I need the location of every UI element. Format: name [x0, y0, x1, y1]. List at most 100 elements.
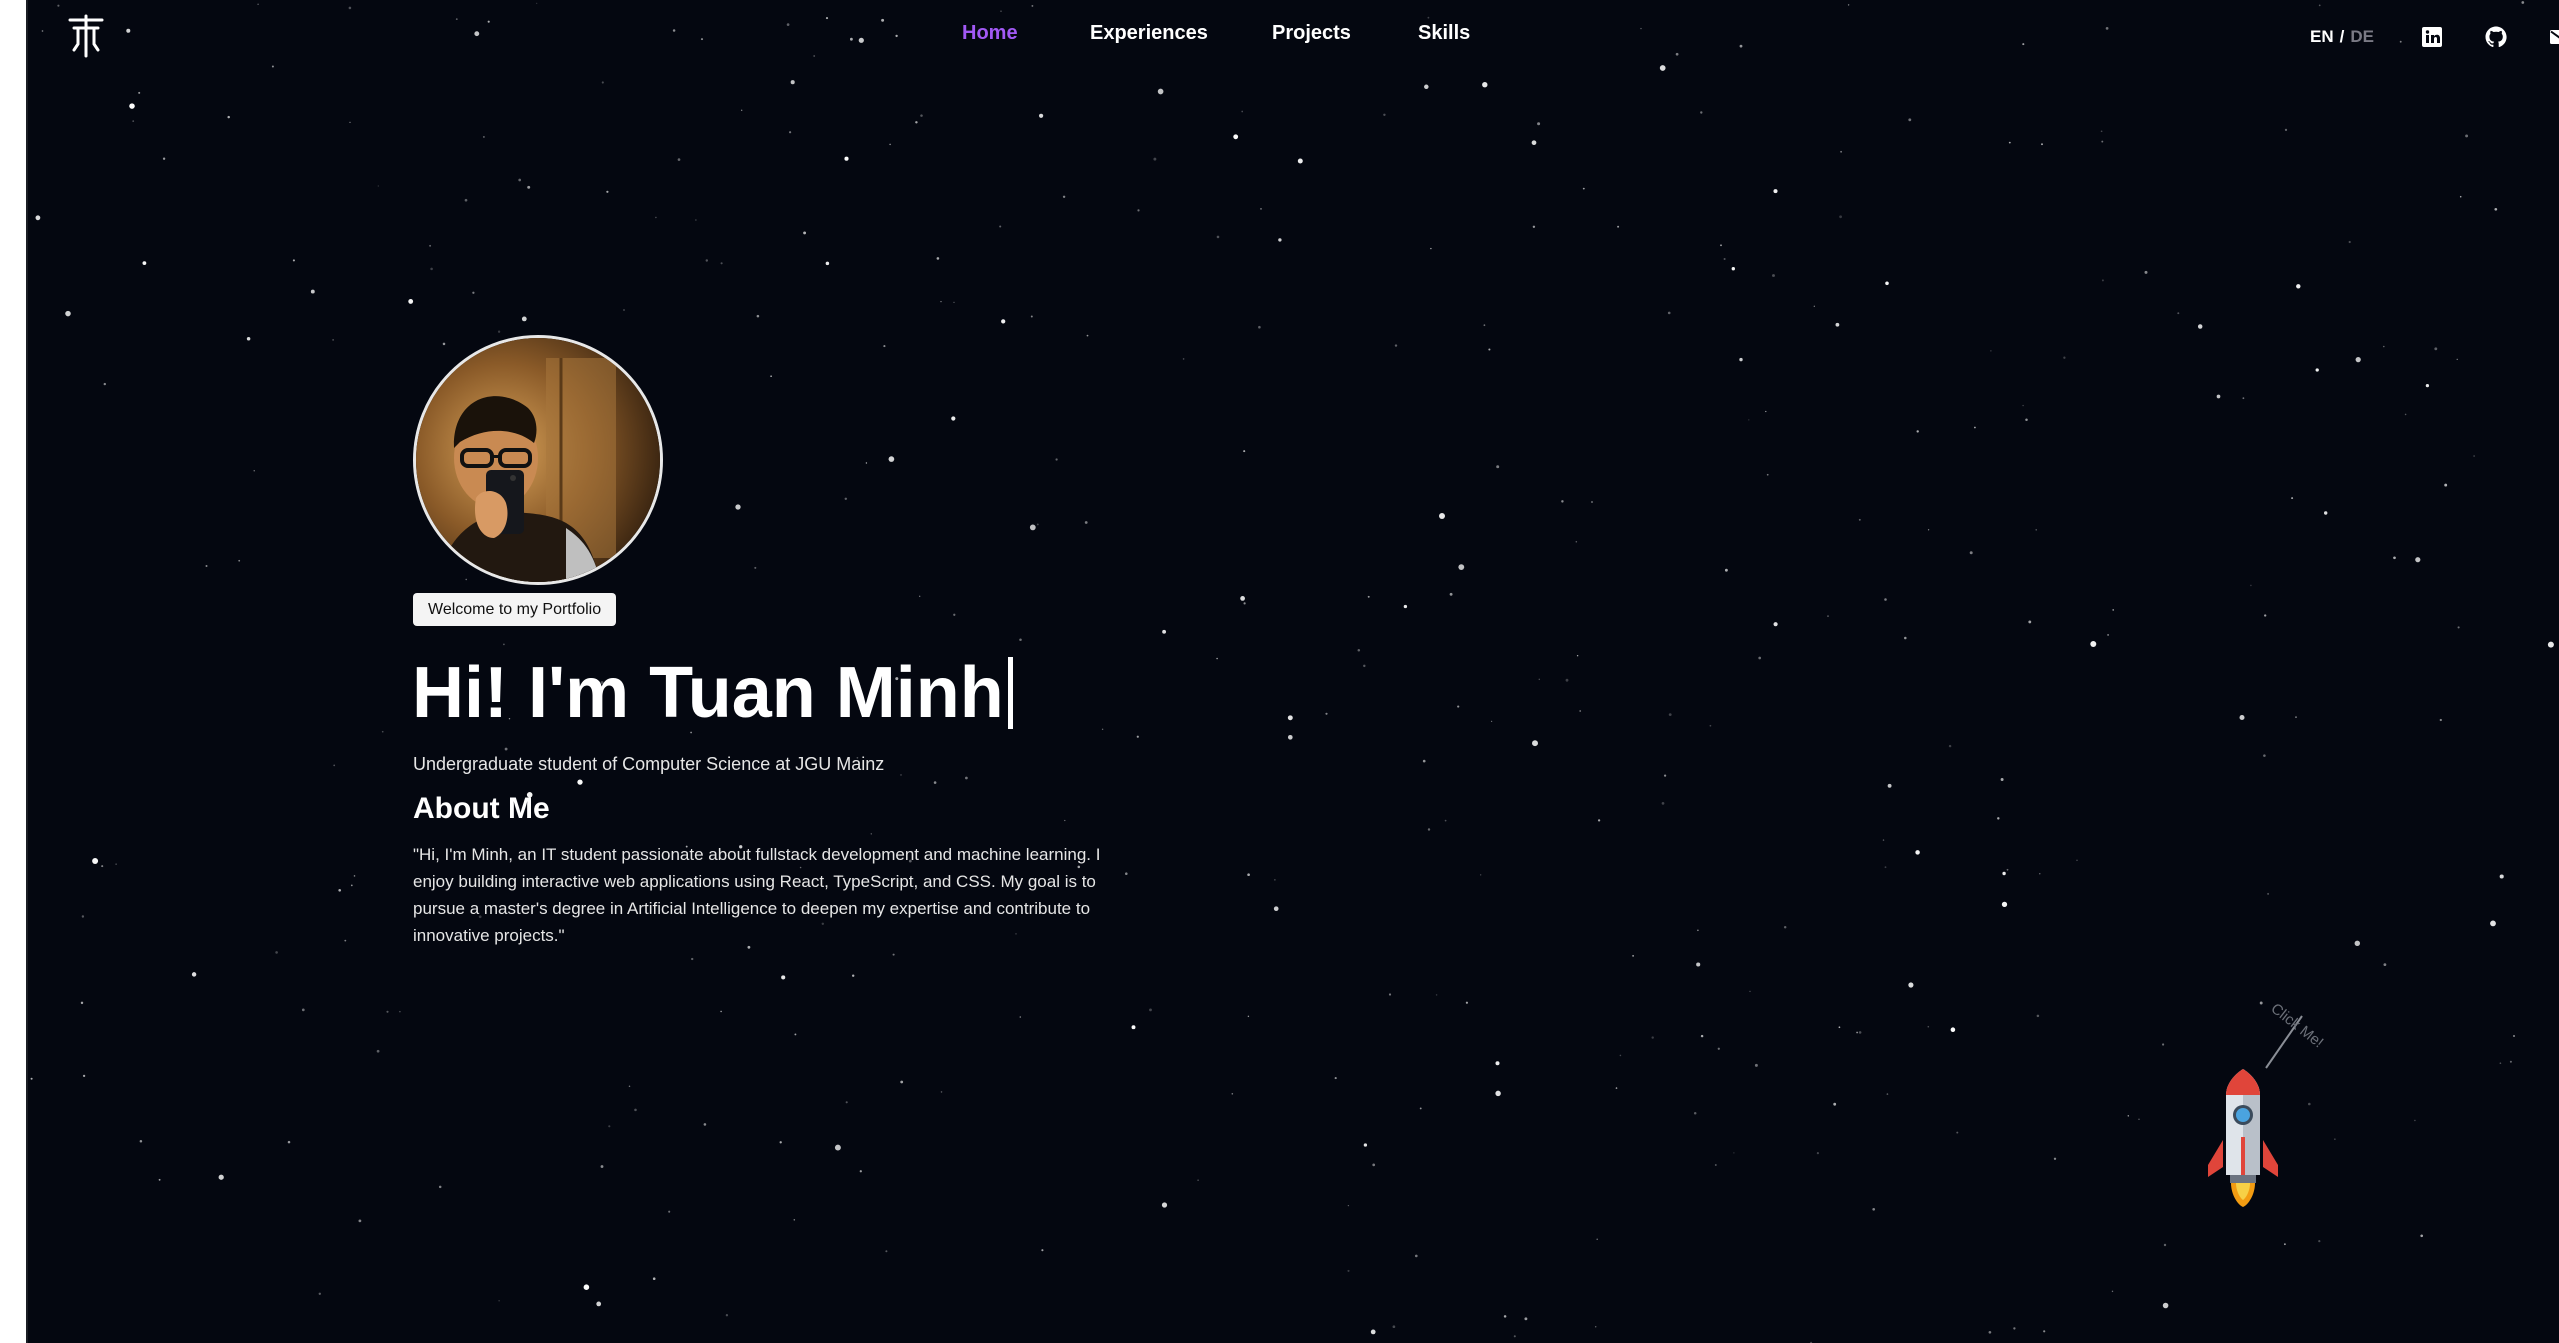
star	[1424, 84, 1429, 90]
star	[377, 185, 379, 187]
star	[2334, 1138, 2336, 1140]
star	[1904, 636, 1907, 640]
star	[781, 975, 786, 980]
star	[786, 23, 790, 26]
star	[138, 91, 141, 94]
star	[487, 20, 490, 23]
lang-de[interactable]: DE	[2350, 27, 2374, 46]
star	[1297, 158, 1303, 164]
star	[386, 1010, 389, 1013]
star	[271, 65, 274, 68]
star	[2053, 1157, 2057, 1160]
star	[1334, 1077, 1337, 1080]
star	[845, 1101, 848, 1104]
star	[852, 974, 855, 977]
star	[888, 456, 895, 462]
star	[2101, 140, 2104, 143]
star	[2162, 1302, 2169, 1309]
star	[2383, 345, 2385, 348]
nav-projects[interactable]: Projects	[1272, 22, 1351, 45]
star	[2521, 1, 2525, 4]
star	[2444, 483, 2448, 487]
lang-en[interactable]: EN	[2310, 27, 2334, 46]
nav-experiences[interactable]: Experiences	[1090, 22, 1208, 45]
trident-logo-icon[interactable]	[64, 14, 108, 60]
star	[92, 858, 99, 864]
star	[142, 261, 147, 265]
star	[655, 216, 657, 219]
star	[348, 6, 352, 10]
star	[30, 1077, 33, 1080]
star	[430, 267, 433, 271]
star	[1182, 358, 1185, 360]
star	[353, 875, 356, 877]
star	[2295, 716, 2297, 718]
star	[2490, 920, 2496, 927]
star	[900, 773, 902, 776]
star	[1029, 524, 1036, 531]
star	[158, 1178, 161, 1181]
star	[720, 262, 723, 265]
star	[2348, 240, 2351, 244]
star	[275, 951, 278, 954]
welcome-badge: Welcome to my Portfolio	[413, 593, 617, 626]
star	[455, 18, 458, 20]
star	[474, 31, 480, 37]
star	[1532, 225, 1536, 228]
star	[2127, 1115, 2130, 1117]
linkedin-icon[interactable]	[2420, 25, 2444, 49]
star	[700, 38, 704, 41]
star	[2324, 511, 2328, 515]
star	[126, 28, 131, 33]
star	[1617, 225, 1620, 228]
star	[465, 578, 467, 581]
star	[162, 157, 166, 160]
star	[1383, 113, 1386, 117]
star	[965, 776, 968, 780]
star	[332, 339, 334, 341]
hero-title: Hi! I'm Tuan Minh	[412, 648, 1013, 738]
star	[349, 121, 351, 124]
star	[1388, 993, 1392, 996]
star	[953, 613, 956, 616]
star	[859, 1170, 862, 1173]
star	[1858, 1031, 1862, 1034]
star	[677, 158, 681, 161]
star	[940, 300, 942, 303]
rocket-icon[interactable]	[2198, 1065, 2288, 1215]
star	[65, 310, 71, 317]
star	[1435, 994, 1438, 996]
github-icon[interactable]	[2484, 25, 2508, 49]
star	[1997, 817, 2000, 820]
star	[1372, 1163, 1376, 1167]
profile-avatar	[413, 335, 663, 585]
star	[1427, 16, 1430, 19]
star	[1594, 1326, 1597, 1328]
star	[227, 115, 230, 119]
star	[1084, 521, 1088, 524]
nav-skills[interactable]: Skills	[1418, 22, 1470, 45]
star	[2144, 270, 2148, 274]
star	[1430, 247, 1432, 250]
star	[132, 120, 135, 122]
star	[1816, 1152, 1819, 1155]
star	[1916, 430, 1919, 433]
star	[1915, 850, 1920, 855]
star	[1640, 27, 1642, 30]
mail-icon[interactable]	[2548, 25, 2559, 49]
lang-separator: /	[2339, 27, 2345, 46]
star	[358, 1219, 362, 1223]
typing-caret	[1007, 657, 1013, 729]
star	[1838, 1026, 1841, 1029]
star	[438, 1185, 442, 1189]
star	[338, 888, 342, 892]
star	[1403, 604, 1408, 609]
nav-home[interactable]: Home	[962, 22, 1018, 45]
star	[318, 1292, 321, 1295]
star	[2041, 143, 2043, 146]
star	[2163, 1243, 2167, 1247]
star	[2459, 195, 2462, 198]
star	[1858, 518, 1861, 521]
star	[1887, 783, 1892, 788]
star	[1325, 712, 1328, 715]
